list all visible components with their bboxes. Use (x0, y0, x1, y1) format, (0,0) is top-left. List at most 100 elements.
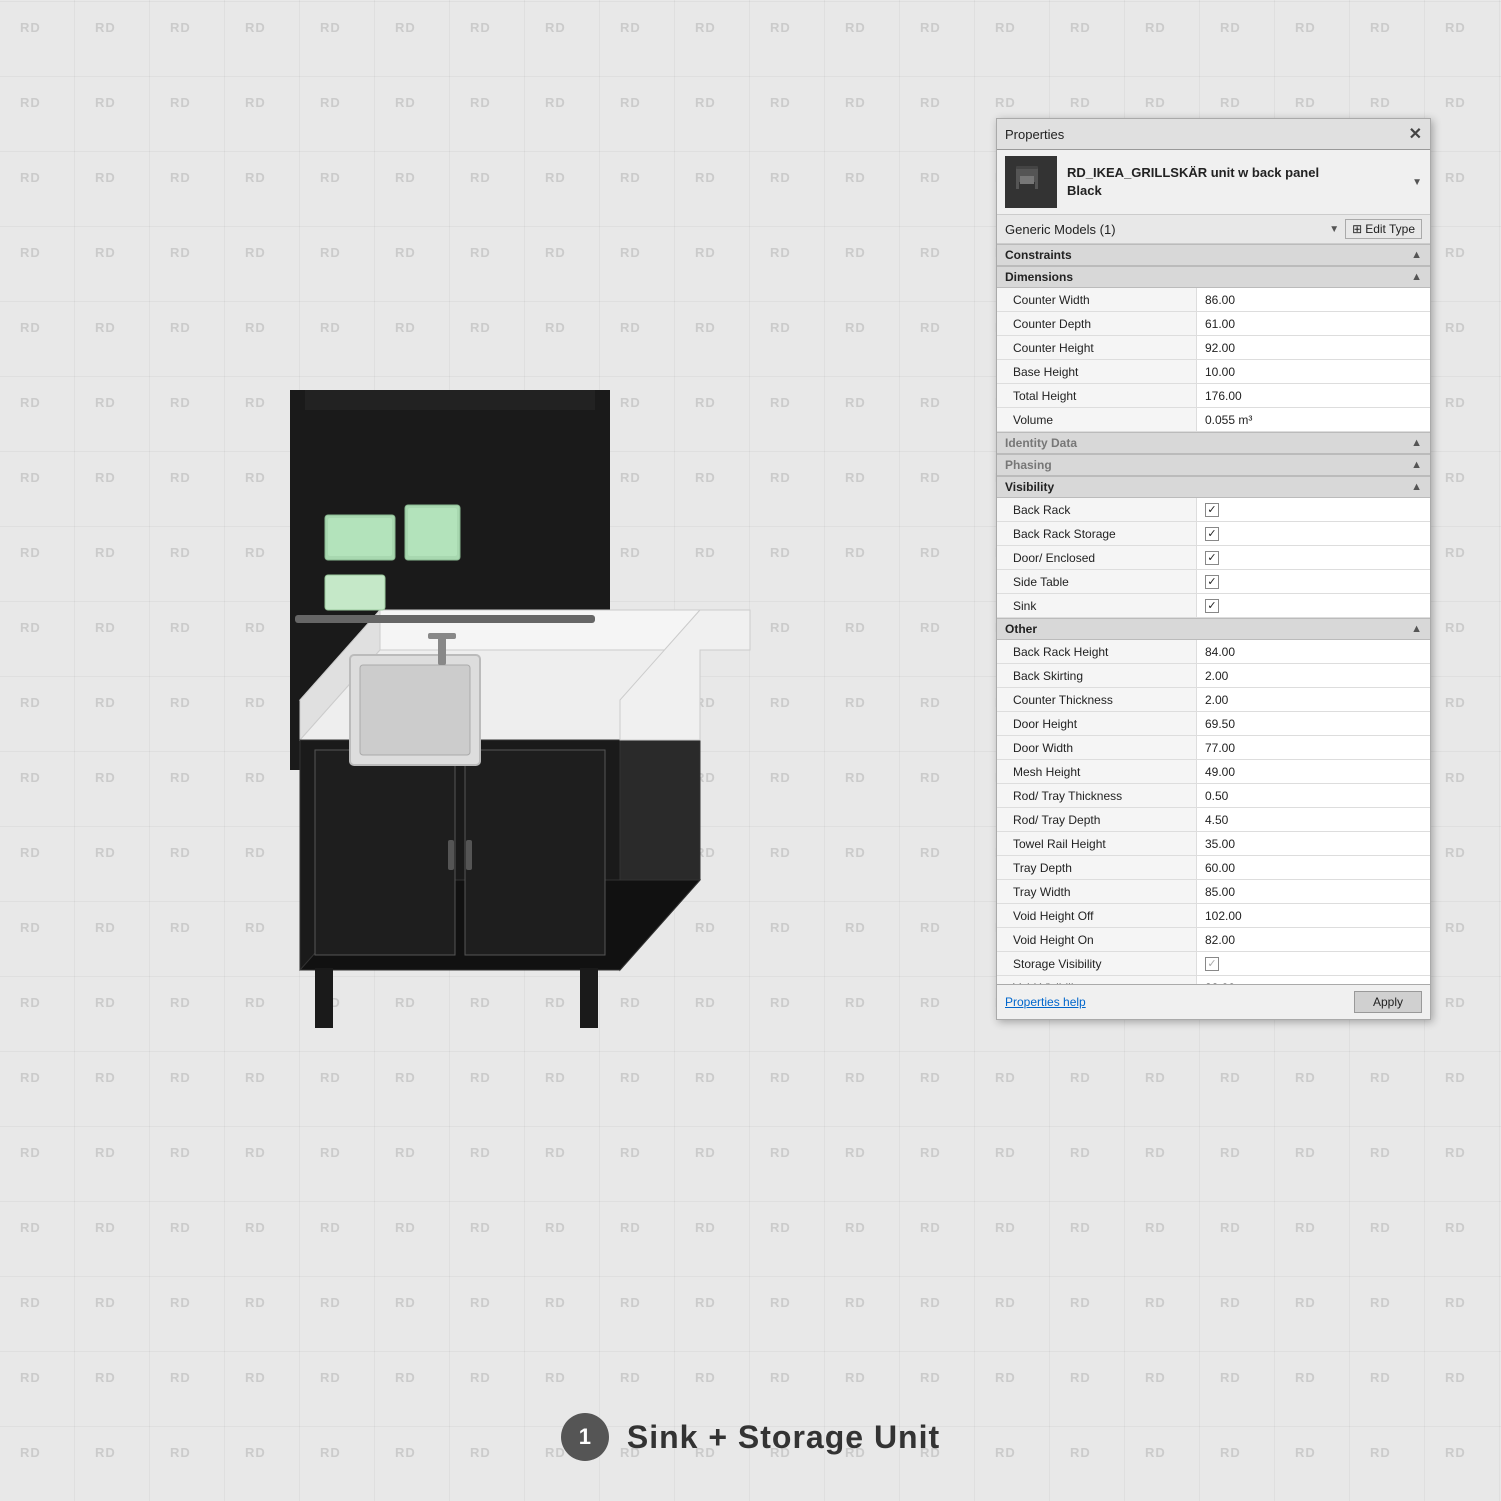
storage-visibility-checkbox[interactable]: ✓ (1205, 957, 1219, 971)
prop-door-width[interactable]: Door Width 77.00 (997, 736, 1430, 760)
panel-selector-row[interactable]: Generic Models (1) ▼ ⊞ Edit Type (997, 215, 1430, 244)
prop-door-height[interactable]: Door Height 69.50 (997, 712, 1430, 736)
prop-side-table[interactable]: Side Table ✓ (997, 570, 1430, 594)
model-dropdown-icon[interactable]: ▼ (1412, 177, 1422, 188)
prop-sink-value[interactable]: ✓ (1197, 594, 1430, 617)
prop-counter-height-value[interactable]: 92.00 (1197, 336, 1430, 359)
model-icon-box (1005, 156, 1057, 208)
close-icon[interactable]: ✕ (1409, 124, 1422, 144)
prop-volume[interactable]: Volume 0.055 m³ (997, 408, 1430, 432)
section-visibility[interactable]: Visibility ▲ (997, 476, 1430, 498)
prop-towel-rail-height-value[interactable]: 35.00 (1197, 832, 1430, 855)
panel-content-scroll[interactable]: Constraints ▲ Dimensions ▲ Counter Width… (997, 244, 1430, 984)
panel-title: Properties (1005, 127, 1064, 142)
side-table-checkbox[interactable]: ✓ (1205, 575, 1219, 589)
prop-counter-height-label: Counter Height (997, 336, 1197, 359)
prop-rod-tray-thickness-value[interactable]: 0.50 (1197, 784, 1430, 807)
prop-counter-depth-value[interactable]: 61.00 (1197, 312, 1430, 335)
prop-void-height-on-label: Void Height On (997, 928, 1197, 951)
edit-type-label: Edit Type (1365, 222, 1415, 236)
section-dimensions[interactable]: Dimensions ▲ (997, 266, 1430, 288)
prop-tray-width[interactable]: Tray Width 85.00 (997, 880, 1430, 904)
prop-rod-tray-thickness-label: Rod/ Tray Thickness (997, 784, 1197, 807)
prop-storage-visibility-value[interactable]: ✓ (1197, 952, 1430, 975)
prop-door-width-value[interactable]: 77.00 (1197, 736, 1430, 759)
panel-model-header: RD_IKEA_GRILLSKÄR unit w back panel Blac… (997, 150, 1430, 215)
prop-tray-depth[interactable]: Tray Depth 60.00 (997, 856, 1430, 880)
prop-void-visibility[interactable]: Void Visibility 82.00 (997, 976, 1430, 984)
prop-door-enclosed-value[interactable]: ✓ (1197, 546, 1430, 569)
prop-volume-label: Volume (997, 408, 1197, 431)
prop-towel-rail-height[interactable]: Towel Rail Height 35.00 (997, 832, 1430, 856)
section-other[interactable]: Other ▲ (997, 618, 1430, 640)
prop-mesh-height[interactable]: Mesh Height 49.00 (997, 760, 1430, 784)
prop-rod-tray-depth-value[interactable]: 4.50 (1197, 808, 1430, 831)
prop-back-rack-height-value[interactable]: 84.00 (1197, 640, 1430, 663)
properties-help-link[interactable]: Properties help (1005, 995, 1086, 1009)
model-name-line1: RD_IKEA_GRILLSKÄR unit w back panel (1067, 164, 1319, 182)
prop-base-height-label: Base Height (997, 360, 1197, 383)
prop-storage-visibility-label: Storage Visibility (997, 952, 1197, 975)
back-rack-storage-checkbox[interactable]: ✓ (1205, 527, 1219, 541)
visibility-collapse-icon: ▲ (1411, 481, 1422, 493)
prop-void-height-off[interactable]: Void Height Off 102.00 (997, 904, 1430, 928)
prop-counter-height[interactable]: Counter Height 92.00 (997, 336, 1430, 360)
apply-button[interactable]: Apply (1354, 991, 1422, 1013)
section-visibility-label: Visibility (1005, 480, 1054, 494)
model-viewport (0, 0, 1000, 1400)
section-constraints[interactable]: Constraints ▲ (997, 244, 1430, 266)
prop-counter-thickness[interactable]: Counter Thickness 2.00 (997, 688, 1430, 712)
prop-back-skirting-value[interactable]: 2.00 (1197, 664, 1430, 687)
prop-tray-width-label: Tray Width (997, 880, 1197, 903)
back-rack-checkbox[interactable]: ✓ (1205, 503, 1219, 517)
prop-rod-tray-depth[interactable]: Rod/ Tray Depth 4.50 (997, 808, 1430, 832)
prop-counter-depth[interactable]: Counter Depth 61.00 (997, 312, 1430, 336)
prop-void-visibility-value[interactable]: 82.00 (1197, 976, 1430, 984)
prop-void-height-off-label: Void Height Off (997, 904, 1197, 927)
prop-side-table-label: Side Table (997, 570, 1197, 593)
dimensions-collapse-icon: ▲ (1411, 271, 1422, 283)
prop-base-height-value[interactable]: 10.00 (1197, 360, 1430, 383)
prop-door-enclosed[interactable]: Door/ Enclosed ✓ (997, 546, 1430, 570)
sink-checkbox[interactable]: ✓ (1205, 599, 1219, 613)
prop-mesh-height-value[interactable]: 49.00 (1197, 760, 1430, 783)
prop-back-rack-value[interactable]: ✓ (1197, 498, 1430, 521)
prop-base-height[interactable]: Base Height 10.00 (997, 360, 1430, 384)
prop-back-skirting-label: Back Skirting (997, 664, 1197, 687)
prop-back-rack[interactable]: Back Rack ✓ (997, 498, 1430, 522)
section-constraints-label: Constraints (1005, 248, 1072, 262)
prop-mesh-height-label: Mesh Height (997, 760, 1197, 783)
prop-counter-thickness-value[interactable]: 2.00 (1197, 688, 1430, 711)
label-text: Sink + Storage Unit (627, 1419, 940, 1456)
prop-volume-value[interactable]: 0.055 m³ (1197, 408, 1430, 431)
properties-panel: Properties ✕ RD_IKEA_GRILLSKÄR unit w ba… (996, 118, 1431, 1020)
section-identity-label: Identity Data (1005, 436, 1077, 450)
prop-door-height-value[interactable]: 69.50 (1197, 712, 1430, 735)
door-enclosed-checkbox[interactable]: ✓ (1205, 551, 1219, 565)
prop-sink[interactable]: Sink ✓ (997, 594, 1430, 618)
prop-rod-tray-thickness[interactable]: Rod/ Tray Thickness 0.50 (997, 784, 1430, 808)
selector-arrow-icon[interactable]: ▼ (1329, 224, 1339, 235)
prop-total-height-label: Total Height (997, 384, 1197, 407)
prop-back-rack-height-label: Back Rack Height (997, 640, 1197, 663)
prop-side-table-value[interactable]: ✓ (1197, 570, 1430, 593)
prop-void-visibility-label: Void Visibility (997, 976, 1197, 984)
prop-back-rack-storage[interactable]: Back Rack Storage ✓ (997, 522, 1430, 546)
section-identity-data[interactable]: Identity Data ▲ (997, 432, 1430, 454)
prop-counter-width-value[interactable]: 86.00 (1197, 288, 1430, 311)
prop-total-height[interactable]: Total Height 176.00 (997, 384, 1430, 408)
prop-back-rack-height[interactable]: Back Rack Height 84.00 (997, 640, 1430, 664)
prop-tray-width-value[interactable]: 85.00 (1197, 880, 1430, 903)
prop-back-rack-storage-value[interactable]: ✓ (1197, 522, 1430, 545)
prop-void-height-off-value[interactable]: 102.00 (1197, 904, 1430, 927)
prop-tray-depth-value[interactable]: 60.00 (1197, 856, 1430, 879)
prop-void-height-on-value[interactable]: 82.00 (1197, 928, 1430, 951)
prop-storage-visibility[interactable]: Storage Visibility ✓ (997, 952, 1430, 976)
section-phasing[interactable]: Phasing ▲ (997, 454, 1430, 476)
prop-counter-width[interactable]: Counter Width 86.00 (997, 288, 1430, 312)
prop-void-height-on[interactable]: Void Height On 82.00 (997, 928, 1430, 952)
prop-back-skirting[interactable]: Back Skirting 2.00 (997, 664, 1430, 688)
panel-titlebar: Properties ✕ (997, 119, 1430, 150)
prop-total-height-value[interactable]: 176.00 (1197, 384, 1430, 407)
edit-type-button[interactable]: ⊞ Edit Type (1345, 219, 1422, 239)
